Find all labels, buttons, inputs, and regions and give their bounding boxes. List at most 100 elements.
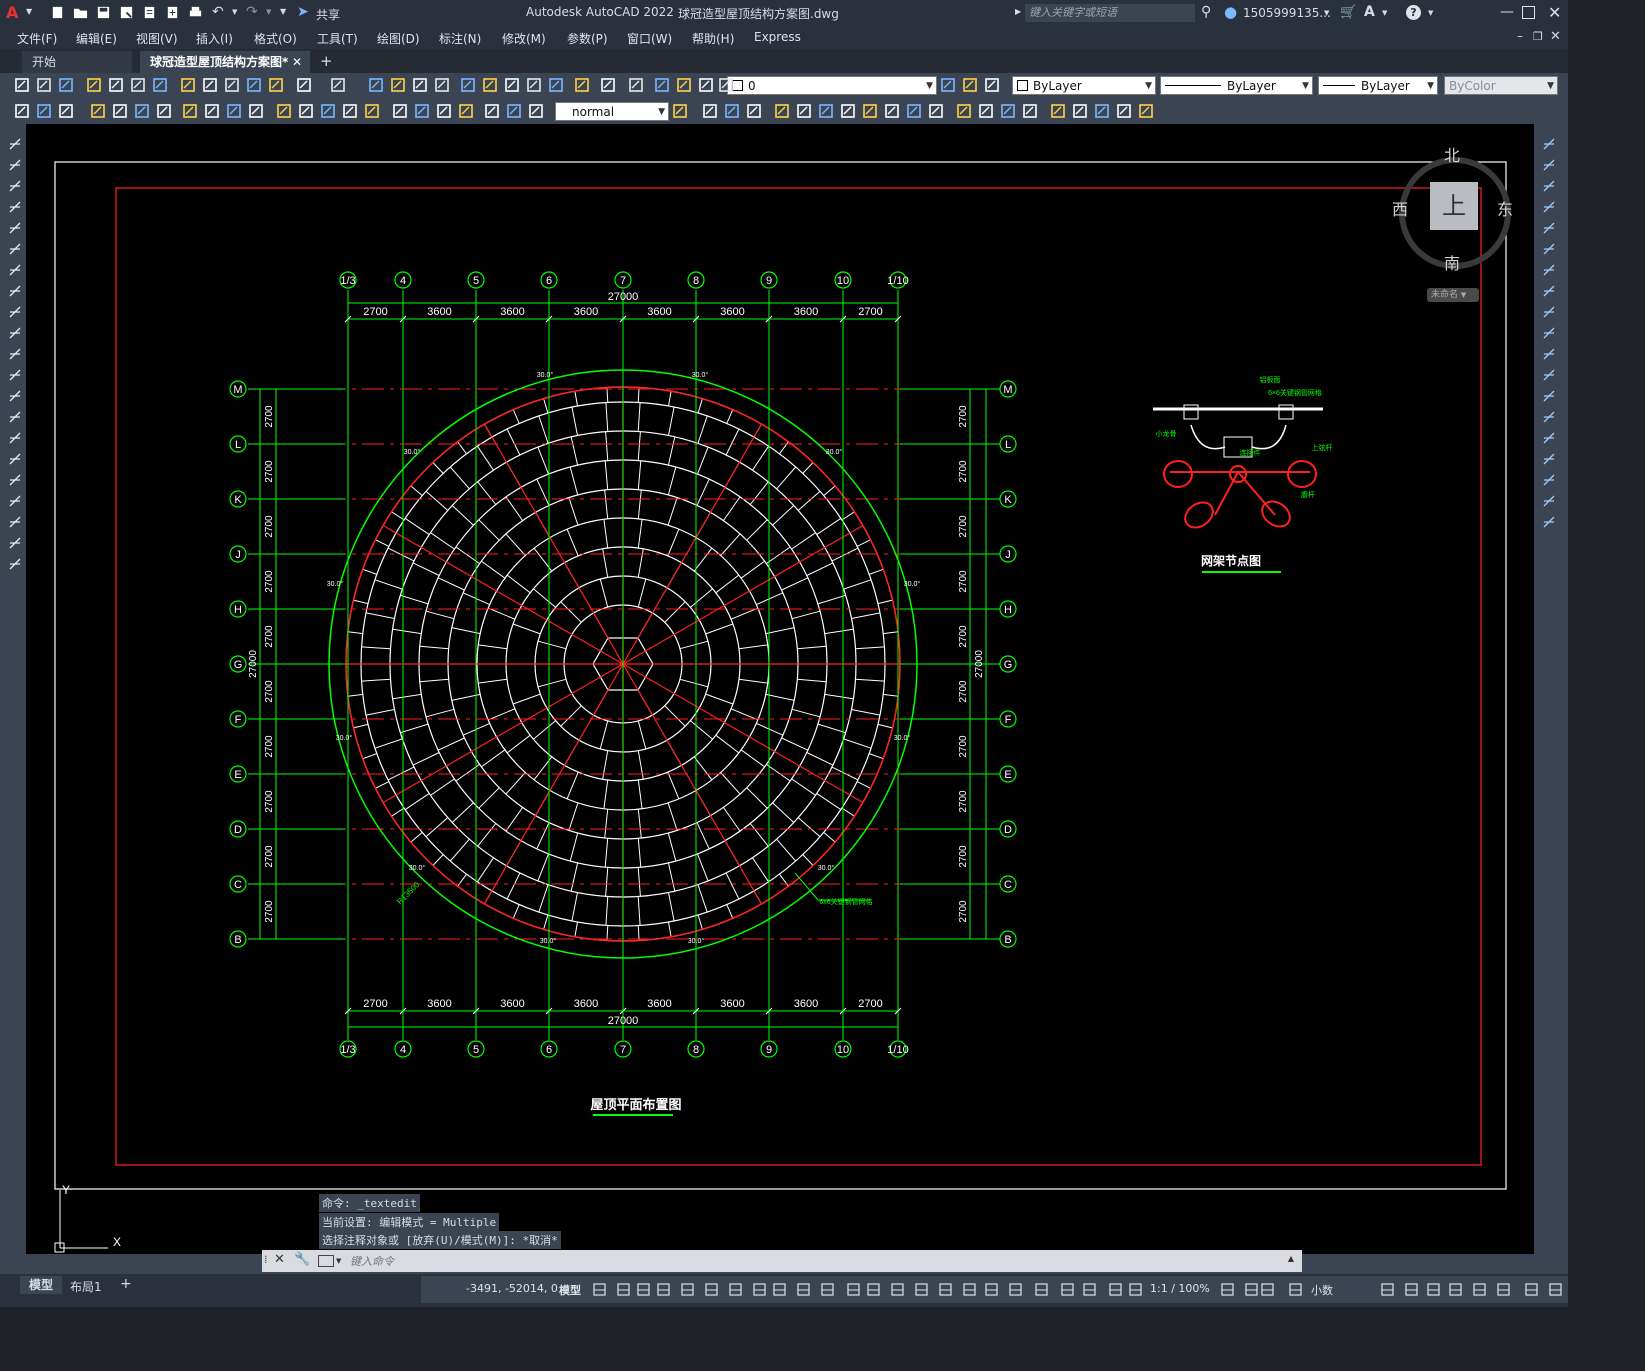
close-icon[interactable]: ✕ — [1548, 3, 1561, 22]
menu-dimension[interactable]: 标注(N) — [439, 30, 481, 47]
command-input[interactable] — [348, 1251, 1282, 1271]
color-dropdown[interactable]: ByLayer ▼ — [1012, 76, 1156, 95]
command-grip-icon[interactable]: ⁞ — [264, 1253, 268, 1266]
draw-icon-25[interactable] — [702, 103, 718, 119]
help-arrow-icon[interactable]: ▼ — [1428, 9, 1433, 17]
standard-icon-24[interactable] — [574, 77, 590, 93]
standard-icon-6[interactable] — [130, 77, 146, 93]
standard-icon-2[interactable] — [36, 77, 52, 93]
draw-icon-13[interactable] — [298, 103, 314, 119]
right-tool-icon-11[interactable] — [1542, 346, 1556, 360]
draw-icon-11[interactable] — [248, 103, 264, 119]
draw-icon-29[interactable] — [796, 103, 812, 119]
standard-icon-17[interactable] — [412, 77, 428, 93]
left-tool-icon-3[interactable] — [8, 178, 22, 192]
standard-icon-10[interactable] — [224, 77, 240, 93]
standard-icon-32[interactable] — [962, 77, 978, 93]
left-tool-icon-1[interactable] — [8, 136, 22, 150]
status-toggle-icon-13[interactable] — [866, 1282, 881, 1297]
viewcube-west[interactable]: 西 — [1392, 196, 1408, 220]
status-toggle-icon-21[interactable] — [1060, 1282, 1075, 1297]
standard-icon-29[interactable] — [698, 77, 714, 93]
draw-icon-44[interactable] — [1138, 103, 1154, 119]
drawing-viewport[interactable]: 1/3 1/3 4 4 5 5 6 6 7 7 8 8 9 9 10 10 1/10 1/10 M M L L K K J J H H… — [26, 124, 1534, 1254]
status-toggle-icon-19[interactable] — [1008, 1282, 1023, 1297]
right-tool-icon-6[interactable] — [1542, 241, 1556, 255]
draw-icon-36[interactable] — [956, 103, 972, 119]
standard-icon-5[interactable] — [108, 77, 124, 93]
app-menu-arrow-icon[interactable]: ▼ — [26, 7, 32, 16]
cart-icon[interactable]: 🛒 — [1340, 5, 1356, 20]
status-toggle-icon-22[interactable] — [1082, 1282, 1097, 1297]
draw-icon-40[interactable] — [1050, 103, 1066, 119]
left-tool-icon-13[interactable] — [8, 388, 22, 402]
menu-express[interactable]: Express — [754, 30, 801, 44]
draw-icon-24[interactable] — [672, 103, 688, 119]
draw-icon-26[interactable] — [724, 103, 740, 119]
status-toggle-icon-8[interactable] — [752, 1282, 767, 1297]
status-toggle-icon-14[interactable] — [890, 1282, 905, 1297]
status-toggle-icon-33[interactable] — [1472, 1282, 1487, 1297]
save-as-icon[interactable] — [119, 5, 134, 20]
menu-help[interactable]: 帮助(H) — [692, 30, 734, 47]
right-tool-icon-18[interactable] — [1542, 493, 1556, 507]
redo-icon[interactable]: ↷ — [246, 4, 258, 20]
left-tool-icon-19[interactable] — [8, 514, 22, 528]
menu-file[interactable]: 文件(F) — [17, 30, 57, 47]
standard-icon-4[interactable] — [86, 77, 102, 93]
plotstyle-dropdown[interactable]: ByColor ▼ — [1444, 76, 1558, 95]
standard-icon-18[interactable] — [434, 77, 450, 93]
doc-close-icon[interactable]: ✕ — [1550, 29, 1561, 44]
right-tool-icon-3[interactable] — [1542, 178, 1556, 192]
viewcube-south[interactable]: 南 — [1444, 250, 1460, 274]
right-tool-icon-15[interactable] — [1542, 430, 1556, 444]
wcs-menu[interactable]: 未命名 ▼ — [1427, 288, 1479, 302]
right-tool-icon-16[interactable] — [1542, 451, 1556, 465]
status-toggle-icon-18[interactable] — [984, 1282, 999, 1297]
standard-icon-30[interactable] — [718, 77, 734, 93]
share-button[interactable]: 共享 — [316, 6, 340, 23]
draw-icon-33[interactable] — [884, 103, 900, 119]
command-history-toggle-icon[interactable]: ▲ — [1288, 1254, 1294, 1263]
draw-icon-43[interactable] — [1116, 103, 1132, 119]
open-file-icon[interactable] — [73, 5, 88, 20]
status-toggle-icon-30[interactable] — [1404, 1282, 1419, 1297]
status-toggle-icon-4[interactable] — [656, 1282, 671, 1297]
command-customize-icon[interactable]: 🔧 — [294, 1252, 310, 1267]
save-web-icon[interactable] — [165, 5, 180, 20]
draw-icon-4[interactable] — [90, 103, 106, 119]
draw-icon-6[interactable] — [134, 103, 150, 119]
viewcube-face-top[interactable]: 上 — [1430, 182, 1478, 230]
standard-icon-31[interactable] — [940, 77, 956, 93]
tab-layout1[interactable]: 布局1 — [70, 1278, 102, 1295]
status-toggle-icon-7[interactable] — [728, 1282, 743, 1297]
menu-insert[interactable]: 插入(I) — [196, 30, 233, 47]
standard-icon-8[interactable] — [180, 77, 196, 93]
left-tool-icon-15[interactable] — [8, 430, 22, 444]
menu-edit[interactable]: 编辑(E) — [76, 30, 117, 47]
layer-dropdown[interactable]: 0 ▼ — [727, 76, 937, 95]
left-tool-icon-8[interactable] — [8, 283, 22, 297]
right-tool-icon-9[interactable] — [1542, 304, 1556, 318]
menu-format[interactable]: 格式(O) — [254, 30, 297, 47]
standard-icon-33[interactable] — [984, 77, 1000, 93]
command-recent-arrow-icon[interactable]: ▼ — [336, 1257, 341, 1265]
draw-icon-38[interactable] — [1000, 103, 1016, 119]
draw-icon-9[interactable] — [204, 103, 220, 119]
draw-icon-30[interactable] — [818, 103, 834, 119]
status-toggle-icon-28[interactable] — [1288, 1282, 1303, 1297]
command-recent-icon[interactable] — [318, 1255, 334, 1267]
draw-icon-12[interactable] — [276, 103, 292, 119]
left-tool-icon-14[interactable] — [8, 409, 22, 423]
draw-icon-7[interactable] — [156, 103, 172, 119]
right-tool-icon-8[interactable] — [1542, 283, 1556, 297]
draw-icon-34[interactable] — [906, 103, 922, 119]
lineweight-dropdown[interactable]: ByLayer ▼ — [1318, 76, 1438, 95]
left-tool-icon-5[interactable] — [8, 220, 22, 234]
autodesk-account-icon[interactable]: A — [1364, 4, 1375, 20]
right-tool-icon-7[interactable] — [1542, 262, 1556, 276]
left-tool-icon-12[interactable] — [8, 367, 22, 381]
status-toggle-icon-27[interactable] — [1260, 1282, 1275, 1297]
left-tool-icon-16[interactable] — [8, 451, 22, 465]
draw-icon-22[interactable] — [506, 103, 522, 119]
